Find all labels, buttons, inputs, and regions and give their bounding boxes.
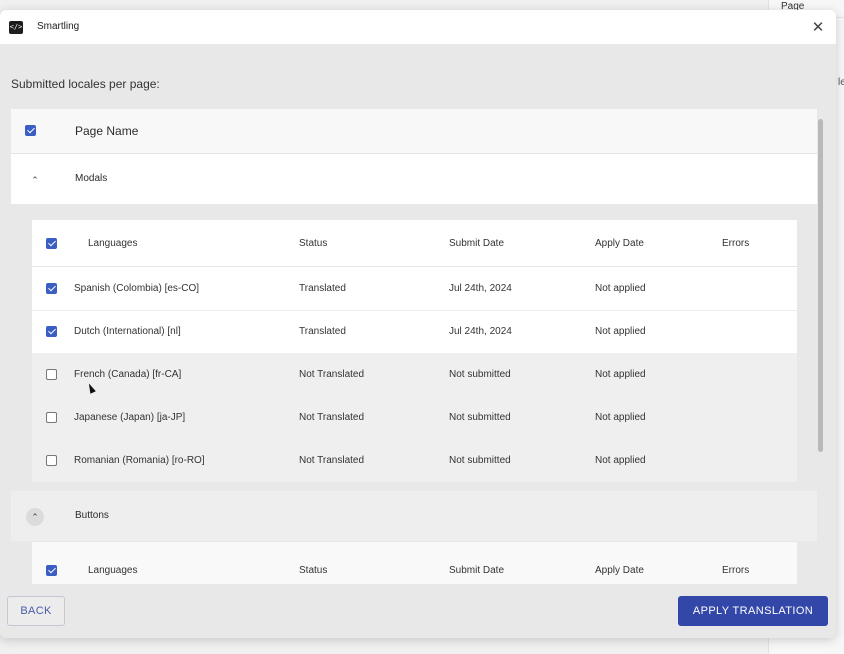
smartling-modal: </> Smartling ✕ Submitted locales per pa…	[0, 10, 836, 638]
group-name: Buttons	[75, 510, 109, 521]
apply-date-cell: Not applied	[595, 369, 646, 380]
apply-translation-button[interactable]: APPLY TRANSLATION	[678, 596, 828, 626]
section-label: Submitted locales per page:	[11, 77, 160, 91]
table-row[interactable]: French (Canada) [fr-CA] Not Translated N…	[32, 353, 797, 396]
status-cell: Translated	[299, 326, 346, 337]
table-row[interactable]: Dutch (International) [nl] Translated Ju…	[32, 310, 797, 354]
row-checkbox[interactable]	[46, 369, 57, 380]
table-row[interactable]: Romanian (Romania) [ro-RO] Not Translate…	[32, 439, 797, 482]
column-header-apply-date: Apply Date	[595, 238, 644, 249]
table-row[interactable]: Spanish (Colombia) [es-CO] Translated Ju…	[32, 267, 797, 311]
page-name-header: Page Name	[75, 124, 139, 138]
chevron-up-icon[interactable]: ⌃	[26, 171, 44, 189]
column-header-languages: Languages	[88, 238, 138, 249]
apply-date-cell: Not applied	[595, 455, 646, 466]
code-icon: </>	[9, 21, 23, 34]
column-header-status: Status	[299, 565, 328, 576]
column-header-apply-date: Apply Date	[595, 565, 644, 576]
language-cell: Spanish (Colombia) [es-CO]	[74, 283, 200, 294]
submit-date-cell: Not submitted	[449, 369, 511, 380]
column-header-errors: Errors	[722, 238, 750, 249]
status-cell: Not Translated	[299, 412, 365, 423]
row-checkbox[interactable]	[46, 455, 57, 466]
submit-date-cell: Jul 24th, 2024	[449, 283, 512, 294]
column-header-languages: Languages	[88, 565, 138, 576]
languages-header-row: Languages Status Submit Date Apply Date …	[32, 220, 797, 267]
page-name-header-row: Page Name	[11, 109, 817, 154]
group-row-modals[interactable]: ⌃ Modals	[11, 154, 817, 204]
language-cell: Dutch (International) [nl]	[74, 326, 181, 337]
submit-date-cell: Not submitted	[449, 455, 511, 466]
apply-date-cell: Not applied	[595, 326, 646, 337]
select-all-languages-checkbox[interactable]	[46, 565, 57, 576]
group-name: Modals	[75, 173, 108, 184]
app-name: Smartling	[37, 21, 80, 32]
apply-date-cell: Not applied	[595, 283, 646, 294]
submit-date-cell: Not submitted	[449, 412, 511, 423]
back-button[interactable]: BACK	[7, 596, 65, 626]
locales-table: Page Name ⌃ Modals Languages Status Subm…	[11, 109, 825, 584]
row-checkbox[interactable]	[46, 412, 57, 423]
column-header-submit-date: Submit Date	[449, 565, 505, 576]
row-checkbox[interactable]	[46, 326, 57, 337]
buttons-languages-table: Languages Status Submit Date Apply Date …	[32, 542, 797, 584]
select-all-checkbox[interactable]	[25, 125, 36, 136]
apply-date-cell: Not applied	[595, 412, 646, 423]
scrollbar-thumb[interactable]	[818, 119, 823, 452]
status-cell: Not Translated	[299, 369, 365, 380]
column-header-submit-date: Submit Date	[449, 238, 505, 249]
table-row[interactable]: Japanese (Japan) [ja-JP] Not Translated …	[32, 396, 797, 439]
submit-date-cell: Jul 24th, 2024	[449, 326, 512, 337]
row-checkbox[interactable]	[46, 283, 57, 294]
language-cell: Romanian (Romania) [ro-RO]	[74, 455, 205, 466]
background-text-fragment: le	[838, 77, 844, 88]
chevron-up-icon[interactable]: ⌃	[26, 508, 44, 526]
vertical-scrollbar[interactable]	[818, 109, 823, 584]
column-header-status: Status	[299, 238, 328, 249]
language-cell: French (Canada) [fr-CA]	[74, 369, 182, 380]
modals-languages-table: Languages Status Submit Date Apply Date …	[32, 220, 797, 482]
status-cell: Not Translated	[299, 455, 365, 466]
select-all-languages-checkbox[interactable]	[46, 238, 57, 249]
languages-header-row: Languages Status Submit Date Apply Date …	[32, 542, 797, 584]
modal-header: </> Smartling ✕	[0, 10, 836, 44]
column-header-errors: Errors	[722, 565, 750, 576]
status-cell: Translated	[299, 283, 346, 294]
close-icon[interactable]: ✕	[808, 18, 828, 38]
group-row-buttons[interactable]: ⌃ Buttons	[11, 491, 817, 541]
language-cell: Japanese (Japan) [ja-JP]	[74, 412, 186, 423]
